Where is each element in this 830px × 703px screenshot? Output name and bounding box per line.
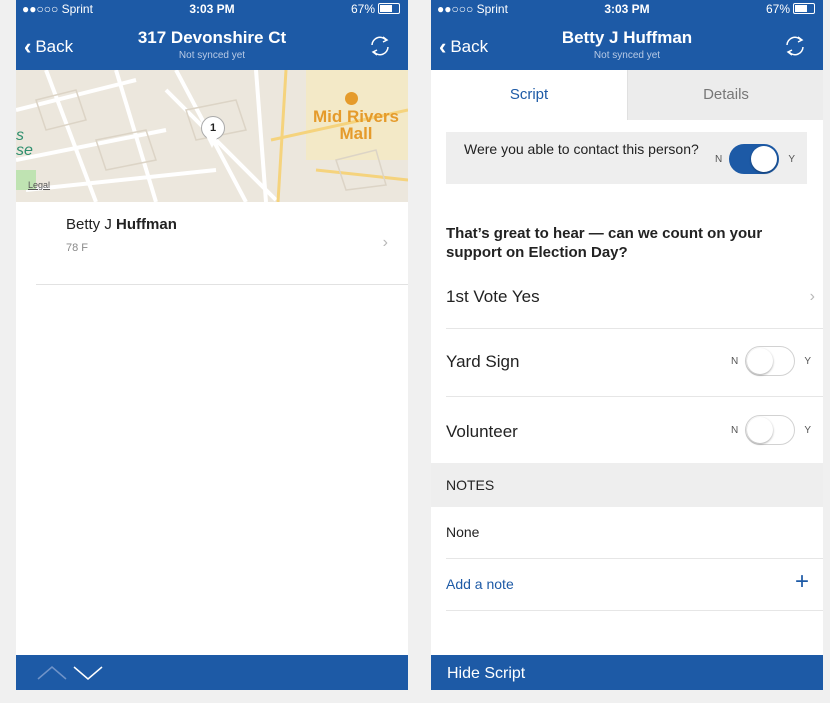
chevron-up-icon[interactable] [37,666,67,680]
map-place-label: Mid Rivers Mall [313,107,399,143]
person-first-name: Betty J [66,216,112,233]
sync-icon[interactable] [781,32,809,60]
chevron-right-icon: › [382,234,388,251]
toggle-n-label: N [731,356,739,367]
nav-bar: ●●○○○ Sprint 3:03 PM 67% ‹ Back Betty J H… [431,0,823,70]
chevron-right-icon: › [809,288,815,305]
tab-script[interactable]: Script [431,70,627,120]
contact-toggle[interactable] [729,144,779,174]
person-meta: 78 F [66,242,89,254]
battery-icon [378,3,400,14]
sync-status: Not synced yet [593,50,661,61]
person-row[interactable]: Betty J Huffman 78 F › [36,202,408,285]
battery-icon [793,3,815,14]
volunteer-label: Volunteer [446,422,518,441]
yard-sign-row: Yard Sign N Y [446,328,823,397]
page-title: Betty J Huffman [561,28,693,47]
yard-sign-toggle[interactable] [745,346,795,376]
status-right: 67% [766,2,815,16]
person-name: Betty J Huffman [66,216,177,233]
toggle-y-label: Y [788,154,795,165]
tab-bar: Script Details [431,70,823,120]
yard-sign-label: Yard Sign [446,352,520,371]
plus-icon[interactable]: + [795,570,809,594]
shopping-bag-icon [345,92,358,105]
toggle-y-label: Y [804,425,811,436]
notes-header: NOTES [431,463,823,507]
contact-toggle-group: N Y [715,144,795,176]
sync-icon[interactable] [366,32,394,60]
volunteer-row: Volunteer N Y [446,396,823,463]
status-right: 67% [351,2,400,16]
left-screen: ●●○○○ Sprint 3:03 PM 67% ‹ Back 317 Devon… [16,0,408,690]
page-title: 317 Devonshire Ct [137,28,287,47]
notes-header-label: NOTES [446,477,495,493]
volunteer-toggle[interactable] [745,415,795,445]
contact-question: Were you able to contact this person? [464,141,699,157]
divider [446,558,823,559]
vote-label: 1st Vote Yes [446,287,540,306]
battery-percent: 67% [765,2,790,16]
bottom-toolbar [16,655,408,690]
bottom-toolbar: Hide Script [431,655,823,690]
contact-question-row: Were you able to contact this person? N … [446,132,807,184]
map-pin-tail [206,136,218,148]
hide-script-button[interactable]: Hide Script [447,665,525,683]
volunteer-toggle-group: N Y [731,415,811,447]
notes-value: None [446,524,480,540]
toggle-knob [747,417,773,443]
status-bar: ●●○○○ Sprint 3:03 PM 67% [16,0,408,18]
status-time: 3:03 PM [189,2,235,16]
toggle-knob [747,348,773,374]
map-view[interactable]: s se Mid Rivers Mall 1 Legal [16,70,408,202]
chevron-down-icon[interactable] [73,666,103,680]
sync-status: Not synced yet [178,50,246,61]
battery-percent: 67% [350,2,375,16]
vote-row[interactable]: 1st Vote Yes › [446,274,823,329]
nav-bar: ●●○○○ Sprint 3:03 PM 67% ‹ Back 317 Devon… [16,0,408,70]
divider [446,610,823,611]
map-edge-label: s se [16,127,33,159]
toggle-n-label: N [715,154,723,165]
toggle-n-label: N [731,425,739,436]
person-last-name: Huffman [116,216,177,233]
legal-link[interactable]: Legal [28,180,50,190]
status-time: 3:03 PM [604,2,650,16]
yard-sign-toggle-group: N Y [731,346,811,378]
support-question: That’s great to hear — can we count on y… [446,225,763,261]
tab-details[interactable]: Details [627,70,823,120]
add-note-link[interactable]: Add a note [446,576,514,592]
status-bar: ●●○○○ Sprint 3:03 PM 67% [431,0,823,18]
toggle-y-label: Y [804,356,811,367]
right-screen: ●●○○○ Sprint 3:03 PM 67% ‹ Back Betty J H… [431,0,823,690]
nav-arrows [37,666,103,680]
toggle-knob [751,146,777,172]
